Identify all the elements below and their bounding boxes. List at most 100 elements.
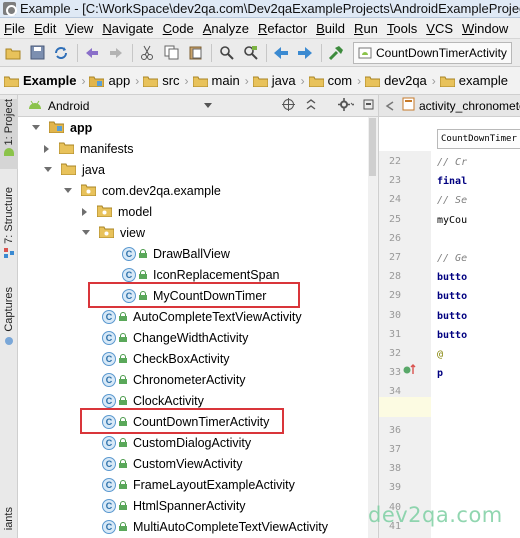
open-folder-icon[interactable] [2, 42, 24, 64]
forward-icon[interactable] [105, 42, 127, 64]
code-line[interactable]: butto [379, 268, 469, 287]
breadcrumb-src[interactable]: src [142, 73, 180, 88]
tree-item-label: model [118, 204, 153, 219]
tab-structure[interactable]: 7: Structure [0, 187, 18, 267]
code-line[interactable] [379, 383, 469, 402]
tree-item-label: app [70, 120, 93, 135]
menu-file[interactable]: File [0, 21, 30, 36]
breadcrumb-main[interactable]: main [192, 73, 240, 88]
code-line[interactable]: // Se [379, 191, 469, 210]
nav-back-icon[interactable] [270, 42, 292, 64]
tab-project[interactable]: 1: Project [0, 99, 18, 169]
locate-target-icon[interactable] [282, 97, 295, 114]
lock-icon [119, 501, 127, 510]
folder-icon [308, 75, 325, 88]
menu-tools[interactable]: Tools [383, 21, 422, 36]
menu-refactor[interactable]: Refactor [254, 21, 312, 36]
menu-edit[interactable]: Edit [30, 21, 61, 36]
code-line[interactable] [379, 441, 469, 460]
menu-run[interactable]: Run [350, 21, 383, 36]
tree-item-label: ClockActivity [133, 393, 204, 408]
collapse-all-icon[interactable] [305, 98, 318, 114]
code-line[interactable] [379, 422, 469, 441]
tree-item-auto-complete-text-view-activity[interactable]: C AutoCompleteTextViewActivity [18, 306, 302, 327]
build-hammer-icon[interactable] [325, 42, 347, 64]
tab-build-variants[interactable]: iants [0, 507, 18, 537]
breadcrumb-dev2qa[interactable]: dev2qa [364, 73, 427, 88]
code-line[interactable]: butto [379, 307, 469, 326]
cut-icon[interactable] [136, 42, 158, 64]
hide-panel-icon[interactable] [362, 98, 375, 114]
code-line[interactable]: // Ge [379, 249, 469, 268]
menu-vcs[interactable]: VCS [422, 21, 458, 36]
editor-code-area[interactable]: // Cr final// Se myCou// Ge butto butto butto… [431, 151, 520, 538]
breadcrumb-app[interactable]: app [88, 73, 131, 88]
find-icon[interactable] [215, 42, 237, 64]
chevron-down-icon[interactable] [44, 167, 52, 172]
chevron-down-icon[interactable] [64, 188, 72, 193]
breadcrumb-com[interactable]: com [308, 73, 352, 88]
sync-icon[interactable] [50, 42, 72, 64]
project-tree: app manifests java com.dev2qa.example model v… [18, 117, 376, 538]
back-icon[interactable] [81, 42, 103, 64]
tree-item-frame-layout-example-activity[interactable]: C FrameLayoutExampleActivity [18, 474, 295, 495]
tree-item-view[interactable]: view [18, 222, 145, 243]
save-icon[interactable] [26, 42, 48, 64]
chevron-right-icon[interactable] [82, 207, 87, 216]
breadcrumb-label: app [108, 73, 131, 88]
tree-item-html-spanner-activity[interactable]: C HtmlSpannerActivity [18, 495, 246, 516]
tree-item-custom-view-activity[interactable]: C CustomViewActivity [18, 453, 243, 474]
folder-icon [142, 75, 159, 88]
editor-breadcrumb[interactable]: CountDownTimer [437, 129, 520, 149]
code-line[interactable]: butto [379, 326, 469, 345]
code-line[interactable]: @ [379, 345, 469, 364]
code-line[interactable] [379, 460, 469, 479]
project-view-dropdown[interactable]: Android [28, 98, 220, 113]
tree-item-custom-dialog-activity[interactable]: C CustomDialogActivity [18, 432, 251, 453]
breadcrumb-separator: › [135, 73, 140, 88]
chevron-right-icon[interactable] [44, 144, 49, 153]
annotation-highlight-box [88, 282, 300, 308]
code-line[interactable] [379, 479, 469, 498]
nav-forward-icon[interactable] [294, 42, 316, 64]
code-line[interactable]: myCou [379, 211, 469, 230]
breadcrumb-java[interactable]: java [252, 73, 296, 88]
paste-icon[interactable] [184, 42, 206, 64]
menu-build[interactable]: Build [312, 21, 350, 36]
gear-icon[interactable] [338, 97, 356, 114]
tree-item-com-dev2qa-example[interactable]: com.dev2qa.example [18, 180, 221, 201]
tab-activity-chronometer[interactable]: activity_chronometer [419, 99, 520, 113]
code-line[interactable]: // Cr [379, 153, 469, 172]
tree-item-change-width-activity[interactable]: C ChangeWidthActivity [18, 327, 248, 348]
tree-item-app[interactable]: app [18, 117, 92, 138]
code-line[interactable]: p [379, 364, 469, 383]
scrollbar-thumb[interactable] [369, 118, 376, 176]
chevron-down-icon[interactable] [82, 230, 90, 235]
menu-analyze[interactable]: Analyze [199, 21, 254, 36]
tree-item-manifests[interactable]: manifests [18, 138, 134, 159]
left-arrow-icon[interactable] [383, 100, 397, 112]
menu-navigate[interactable]: Navigate [98, 21, 158, 36]
tree-item-check-box-activity[interactable]: C CheckBoxActivity [18, 348, 230, 369]
project-tree-scrollbar[interactable] [368, 117, 377, 538]
tree-item-java[interactable]: java [18, 159, 105, 180]
menu-view[interactable]: View [61, 21, 98, 36]
tree-item-draw-ball-view[interactable]: C DrawBallView [18, 243, 230, 264]
menu-window[interactable]: Window [458, 21, 513, 36]
chevron-down-icon[interactable] [32, 125, 40, 130]
tree-item-multi-auto-complete-text-view-activity[interactable]: C MultiAutoCompleteTextViewActivity [18, 516, 328, 537]
code-line[interactable] [379, 403, 469, 422]
code-line[interactable]: butto [379, 287, 469, 306]
menu-code[interactable]: Code [159, 21, 199, 36]
tree-item-model[interactable]: model [18, 201, 152, 222]
tab-captures[interactable]: Captures [0, 287, 18, 353]
breadcrumb-example[interactable]: example [439, 73, 508, 88]
breadcrumb-example[interactable]: Example [3, 73, 76, 88]
toolbar-separator [77, 43, 78, 62]
tree-item-chronometer-activity[interactable]: C ChronometerActivity [18, 369, 246, 390]
run-configuration-dropdown[interactable]: CountDownTimerActivity [353, 41, 512, 64]
replace-icon[interactable] [239, 42, 261, 64]
code-line[interactable]: final [379, 172, 469, 191]
code-line[interactable] [379, 230, 469, 249]
copy-icon[interactable] [160, 42, 182, 64]
